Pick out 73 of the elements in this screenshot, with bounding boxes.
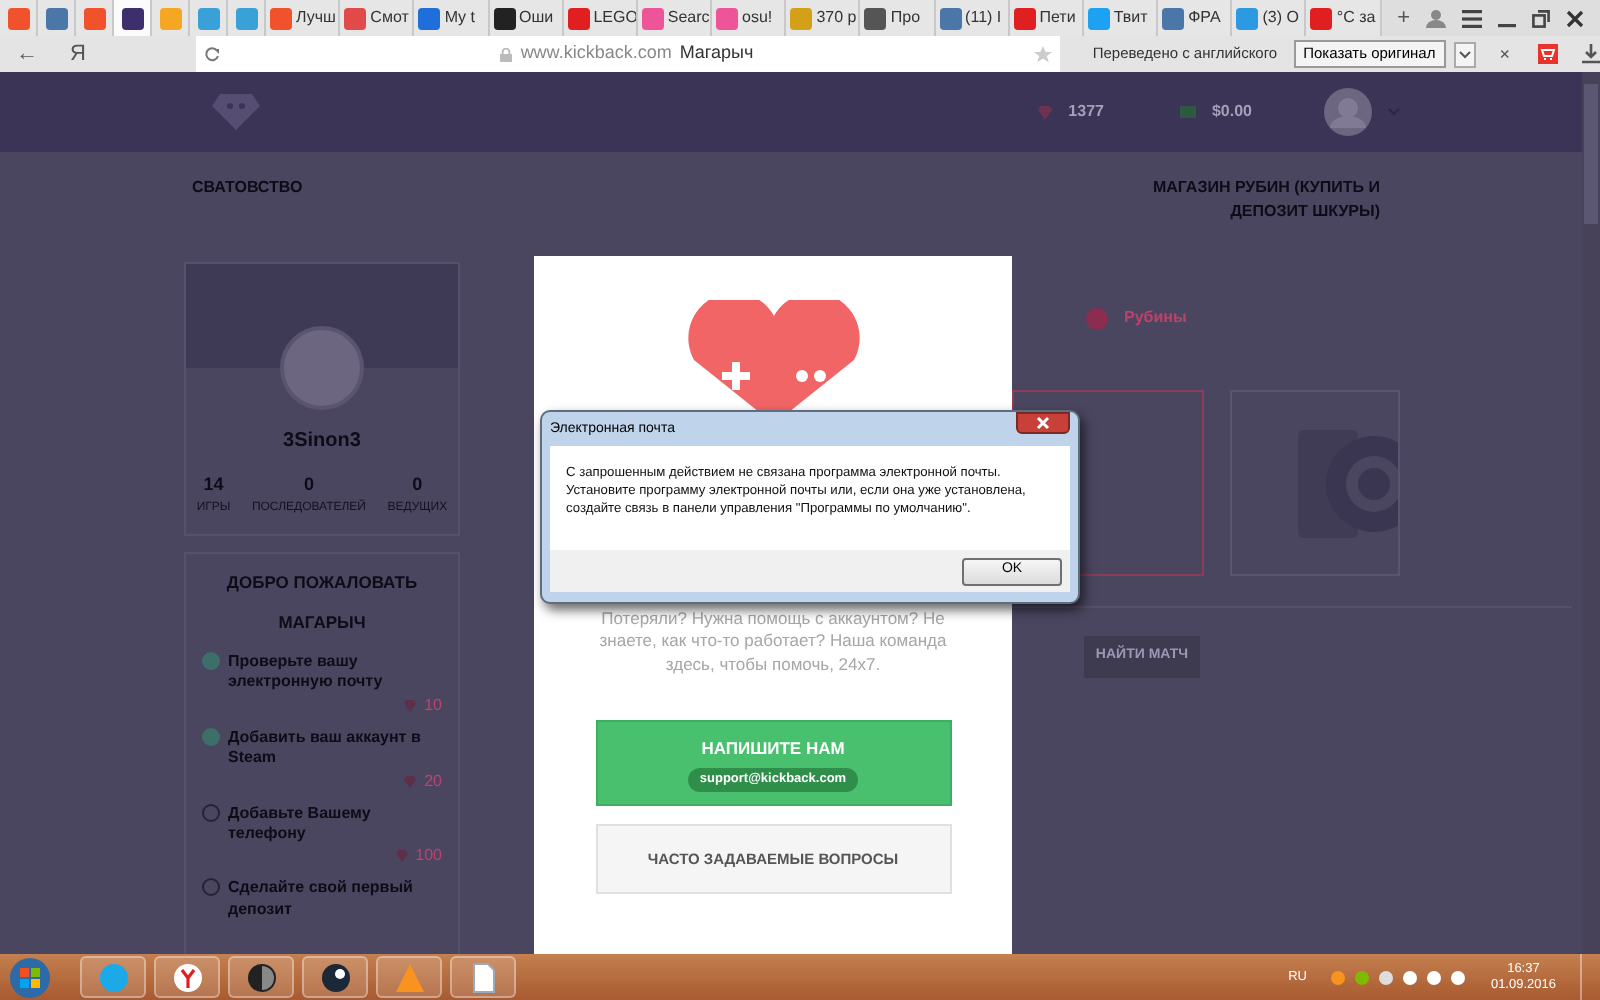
browser-app-icon: [171, 961, 203, 993]
stat-value: 0: [301, 472, 316, 498]
logo-icon[interactable]: [212, 94, 260, 130]
scrollbar[interactable]: [1582, 72, 1600, 954]
game-app-icon: [319, 961, 351, 993]
reload-icon[interactable]: [203, 46, 220, 62]
task-label: Проверьте вашу электронную почту: [228, 652, 385, 694]
taskbar-button[interactable]: [228, 956, 294, 998]
avatar: [280, 326, 364, 410]
browser-tab[interactable]: Пети: [1009, 0, 1084, 36]
close-button[interactable]: [1016, 412, 1070, 434]
browser-tab[interactable]: osu!: [712, 0, 787, 36]
help-text: Потеряли? Нужна помощь с аккаунтом? Не знаете, как что-то работает? Наша команда здесь, чтобы помочь, 24x7.: [597, 608, 949, 677]
menu-icon[interactable]: [1462, 9, 1483, 27]
browser-tab[interactable]: 370 р: [786, 0, 861, 36]
restore-icon[interactable]: [1532, 9, 1551, 27]
money-icon: [1179, 106, 1196, 118]
dropdown-icon[interactable]: [1453, 41, 1476, 67]
cart-icon[interactable]: [1538, 44, 1558, 64]
gem-icon: [395, 850, 408, 863]
avatar-icon[interactable]: [1324, 88, 1372, 136]
close-icon: [1036, 416, 1050, 430]
task-checkbox[interactable]: [202, 803, 220, 822]
close-translate-button[interactable]: ×: [1499, 45, 1510, 63]
url-text: www.kickback.com: [520, 40, 672, 67]
browser-tab[interactable]: °C за: [1306, 0, 1382, 36]
browser-tab[interactable]: Про: [860, 0, 936, 36]
download-icon[interactable]: [1582, 44, 1600, 64]
reward-amount: 10: [424, 693, 442, 718]
star-icon[interactable]: [1034, 45, 1053, 63]
browser-logo[interactable]: Я: [70, 43, 86, 65]
stat-value: 0: [410, 472, 425, 498]
browser-tab[interactable]: Смот: [340, 0, 415, 36]
task-checkbox[interactable]: [202, 652, 220, 670]
browser-tab[interactable]: (3) О: [1232, 0, 1307, 36]
gem-icon: [404, 699, 417, 712]
antivirus-app-icon: [393, 961, 425, 993]
task-label: Добавьте Вашему телефону: [228, 803, 373, 845]
page-title: Магарыч: [679, 40, 754, 67]
browser-tab[interactable]: My t: [414, 0, 490, 36]
radio-button[interactable]: [1086, 307, 1108, 329]
close-icon[interactable]: [1566, 9, 1585, 27]
balance-amount: $0.00: [1211, 100, 1252, 124]
browser-tab[interactable]: Оши: [489, 0, 564, 36]
browser-tab[interactable]: Твит: [1083, 0, 1159, 36]
browser-tab[interactable]: Searc: [637, 0, 713, 36]
start-button[interactable]: [8, 955, 52, 999]
address-field[interactable]: www.kickback.com Магарыч: [195, 36, 1061, 72]
back-button[interactable]: ←: [16, 43, 38, 65]
ruby-count: 1377: [1068, 100, 1104, 124]
document-app-icon: [467, 961, 499, 993]
task-label: Добавить ваш аккаунт в Steam: [228, 727, 423, 770]
user-icon[interactable]: [1426, 8, 1447, 28]
gem-icon: [1038, 105, 1053, 119]
reward-amount: 20: [424, 769, 442, 794]
task-checkbox[interactable]: [202, 878, 220, 897]
reward-amount: 100: [415, 844, 442, 869]
browser-tab[interactable]: Лучш: [266, 0, 341, 36]
option-label: Рубины: [1124, 306, 1187, 330]
stat-value: 14: [201, 472, 226, 498]
taskbar-button[interactable]: [302, 956, 368, 998]
user-name: МАГАРЫЧ: [276, 610, 368, 636]
task-label: Сделайте свой первый депозит: [228, 878, 415, 921]
welcome-title: ДОБРО ПОЖАЛОВАТЬ: [224, 569, 420, 595]
browser-tab[interactable]: [114, 0, 152, 36]
browser-tab[interactable]: (11) I: [935, 0, 1010, 36]
new-tab-button[interactable]: +: [1397, 7, 1411, 29]
browser-tab[interactable]: ФРА: [1158, 0, 1233, 36]
lock-icon: [500, 47, 513, 61]
gem-icon: [404, 775, 417, 788]
task-checkbox[interactable]: [202, 727, 220, 746]
profile-name: 3Sinon3: [281, 428, 363, 456]
media-app-icon: [245, 961, 277, 993]
